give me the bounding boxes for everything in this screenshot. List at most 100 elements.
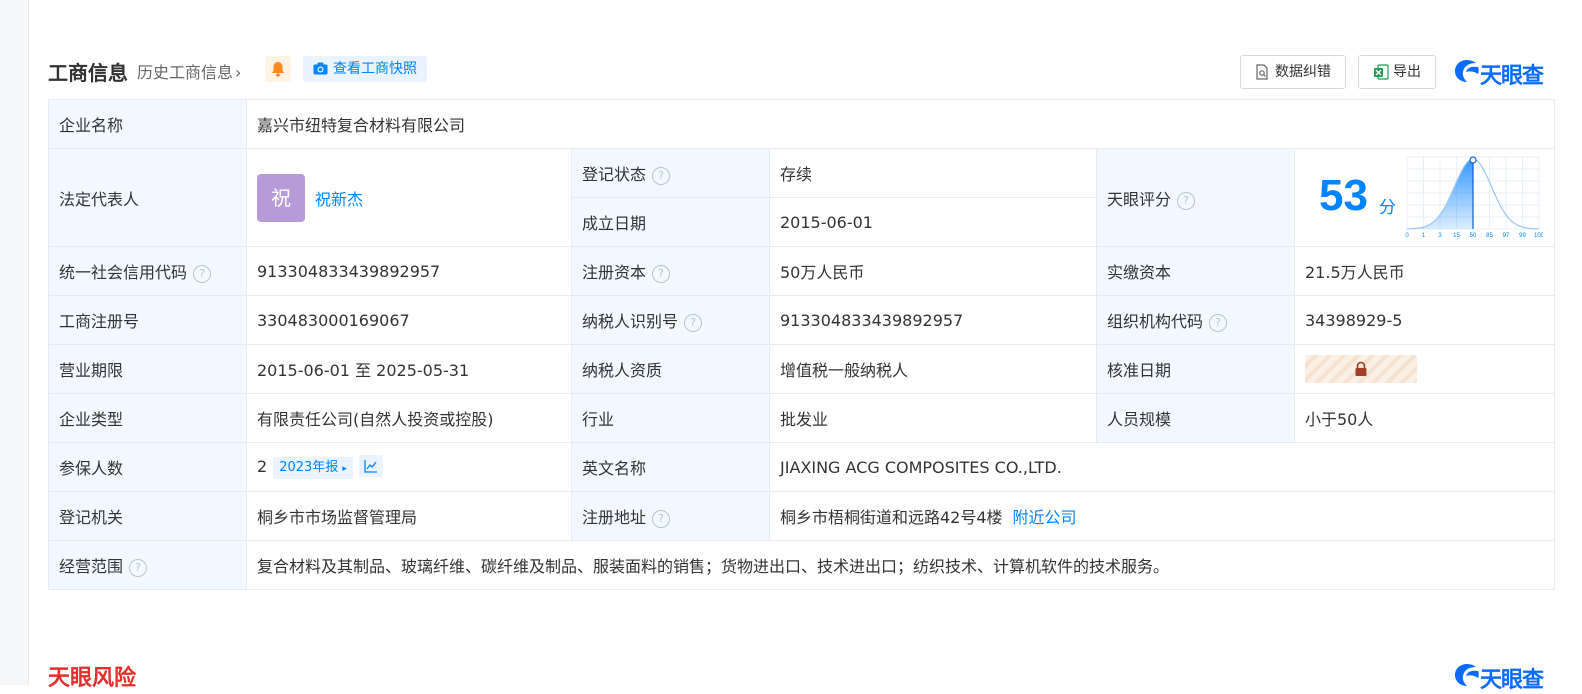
credit-code-label: 统一社会信用代码? — [48, 246, 247, 296]
export-label: 导出 — [1393, 64, 1421, 80]
tick-label: 15 — [1453, 233, 1460, 239]
reg-capital-value: 50万人民币 — [769, 246, 1097, 296]
caret-right-icon: ▸ — [342, 464, 347, 474]
locked-value[interactable] — [1305, 355, 1417, 383]
industry-label: 行业 — [571, 393, 770, 443]
taxpayer-id-value: 913304833439892957 — [769, 295, 1097, 345]
help-icon[interactable]: ? — [684, 314, 703, 332]
founded-label: 成立日期 — [571, 197, 770, 247]
help-icon[interactable]: ? — [652, 265, 671, 283]
legal-rep-label: 法定代表人 — [48, 148, 247, 247]
org-code-value: 34398929-5 — [1293, 295, 1556, 345]
taxpayer-qual-value: 增值税一般纳税人 — [769, 344, 1097, 394]
address-label: 注册地址? — [571, 491, 770, 541]
trend-button[interactable] — [358, 455, 383, 477]
help-icon[interactable]: ? — [129, 559, 148, 577]
score-distribution-chart: 0 1 3 15 50 85 97 99 100 — [1405, 156, 1543, 239]
taxpayer-id-label: 纳税人识别号? — [571, 295, 770, 345]
help-icon[interactable]: ? — [1177, 191, 1196, 210]
help-icon[interactable]: ? — [193, 265, 212, 283]
annual-report-tag[interactable]: 2023年报 ▸ — [273, 457, 353, 479]
address-label-text: 注册地址 — [582, 508, 647, 527]
legal-rep-cell: 祝祝新杰 — [246, 148, 572, 247]
business-info-table: 企业名称 嘉兴市纽特复合材料有限公司 法定代表人 祝祝新杰 登记状态? 存续 天… — [48, 99, 1556, 590]
tick-label: 97 — [1503, 233, 1510, 239]
approve-date-label: 核准日期 — [1096, 344, 1295, 394]
insured-cell: 2 2023年报 ▸ — [246, 442, 572, 492]
staff-size-value: 小于50人 — [1293, 393, 1556, 443]
eye-logo-icon — [1455, 664, 1479, 686]
tick-label: 0 — [1405, 233, 1409, 239]
legal-rep-link[interactable]: 祝新杰 — [315, 190, 363, 209]
table-row: 法定代表人 祝祝新杰 登记状态? 存续 天眼评分? 53 分 0 1 3 15 50 85… — [48, 148, 1556, 247]
left-gutter — [0, 0, 29, 685]
tick-label: 99 — [1519, 233, 1526, 239]
reg-status-value: 存续 — [769, 148, 1097, 198]
section-title: 工商信息 — [48, 61, 128, 85]
data-correction-button[interactable]: 数据纠错 — [1240, 55, 1346, 89]
biz-reg-value: 330483000169067 — [246, 295, 572, 345]
org-code-label: 组织机构代码? — [1096, 295, 1295, 345]
credit-code-label-text: 统一社会信用代码 — [59, 263, 188, 282]
table-row: 企业名称 嘉兴市纽特复合材料有限公司 — [48, 99, 1556, 149]
authority-value: 桐乡市市场监督管理局 — [246, 491, 572, 541]
help-icon[interactable]: ? — [1209, 314, 1228, 332]
help-icon[interactable]: ? — [652, 167, 671, 185]
annual-report-label: 2023年报 — [279, 460, 339, 475]
scope-label: 经营范围? — [48, 540, 247, 590]
company-type-label: 企业类型 — [48, 393, 247, 443]
tick-label: 1 — [1422, 233, 1426, 239]
term-label: 营业期限 — [48, 344, 247, 394]
score-value: 53 — [1319, 171, 1368, 220]
company-type-value: 有限责任公司(自然人投资或控股) — [246, 393, 572, 443]
table-row: 参保人数 2 2023年报 ▸ 英文名称 JIAXING ACG COMPOSIT… — [48, 442, 1556, 492]
export-button[interactable]: 导出 — [1358, 55, 1436, 89]
nearby-companies-link[interactable]: 附近公司 — [1013, 508, 1077, 527]
reg-status-label-text: 登记状态 — [582, 165, 647, 184]
paid-capital-value: 21.5万人民币 — [1293, 246, 1556, 296]
taxpayer-qual-label: 纳税人资质 — [571, 344, 770, 394]
history-link-label: 历史工商信息 — [137, 63, 234, 82]
scope-label-text: 经营范围 — [59, 557, 124, 576]
term-value: 2015-06-01 至 2025-05-31 — [246, 344, 572, 394]
score-unit: 分 — [1379, 198, 1396, 218]
history-link[interactable]: 历史工商信息 › — [137, 59, 241, 83]
table-row: 经营范围? 复合材料及其制品、玻璃纤维、碳纤维及制品、服装面料的销售；货物进出口… — [48, 540, 1556, 590]
snapshot-button[interactable]: 查看工商快照 — [303, 56, 427, 82]
tick-label: 3 — [1438, 233, 1442, 239]
english-name-label: 英文名称 — [571, 442, 770, 492]
insured-value: 2 — [257, 457, 268, 476]
address-cell: 桐乡市梧桐街道和远路42号4楼 附近公司 — [768, 491, 1556, 541]
bell-icon — [272, 62, 284, 77]
score-cell[interactable]: 53 分 0 1 3 15 50 85 97 99 100 — [1293, 148, 1556, 247]
reg-capital-label: 注册资本? — [571, 246, 770, 296]
table-row: 企业类型 有限责任公司(自然人投资或控股) 行业 批发业 人员规模 小于50人 — [48, 393, 1556, 443]
company-name-label: 企业名称 — [48, 99, 247, 149]
camera-icon — [313, 62, 328, 75]
taxpayer-id-label-text: 纳税人识别号 — [582, 312, 679, 331]
brand-text: 天眼查 — [1480, 64, 1544, 89]
trend-chart-icon — [364, 460, 377, 473]
table-row: 统一社会信用代码? 913304833439892957 注册资本? 50万人民… — [48, 246, 1556, 296]
lock-icon — [1355, 361, 1367, 376]
eye-logo-icon — [1455, 60, 1479, 82]
snapshot-label: 查看工商快照 — [333, 61, 417, 77]
table-row: 工商注册号 330483000169067 纳税人识别号? 9133048334… — [48, 295, 1556, 345]
reg-status-label: 登记状态? — [571, 148, 770, 198]
brand-text-bottom: 天眼查 — [1480, 668, 1544, 693]
paid-capital-label: 实缴资本 — [1096, 246, 1295, 296]
monitor-button[interactable] — [265, 56, 291, 82]
right-tools: 数据纠错 导出 天眼查 — [1224, 55, 1554, 89]
tianyancha-logo: 天眼查 — [1454, 58, 1554, 89]
reg-capital-label-text: 注册资本 — [582, 263, 647, 282]
tick-label: 100 — [1534, 233, 1543, 239]
approve-date-cell — [1293, 344, 1556, 394]
tianyancha-logo-bottom: 天眼查 — [1454, 662, 1554, 693]
help-icon[interactable]: ? — [652, 510, 671, 528]
industry-value: 批发业 — [769, 393, 1097, 443]
credit-code-value: 913304833439892957 — [246, 246, 572, 296]
data-correction-label: 数据纠错 — [1275, 64, 1331, 80]
section-header: 工商信息 历史工商信息 › 查看工商快照 数据纠错 导出 天眼查 — [48, 55, 1554, 89]
authority-label: 登记机关 — [48, 491, 247, 541]
scope-value: 复合材料及其制品、玻璃纤维、碳纤维及制品、服装面料的销售；货物进出口、技术进出口… — [245, 540, 1556, 590]
